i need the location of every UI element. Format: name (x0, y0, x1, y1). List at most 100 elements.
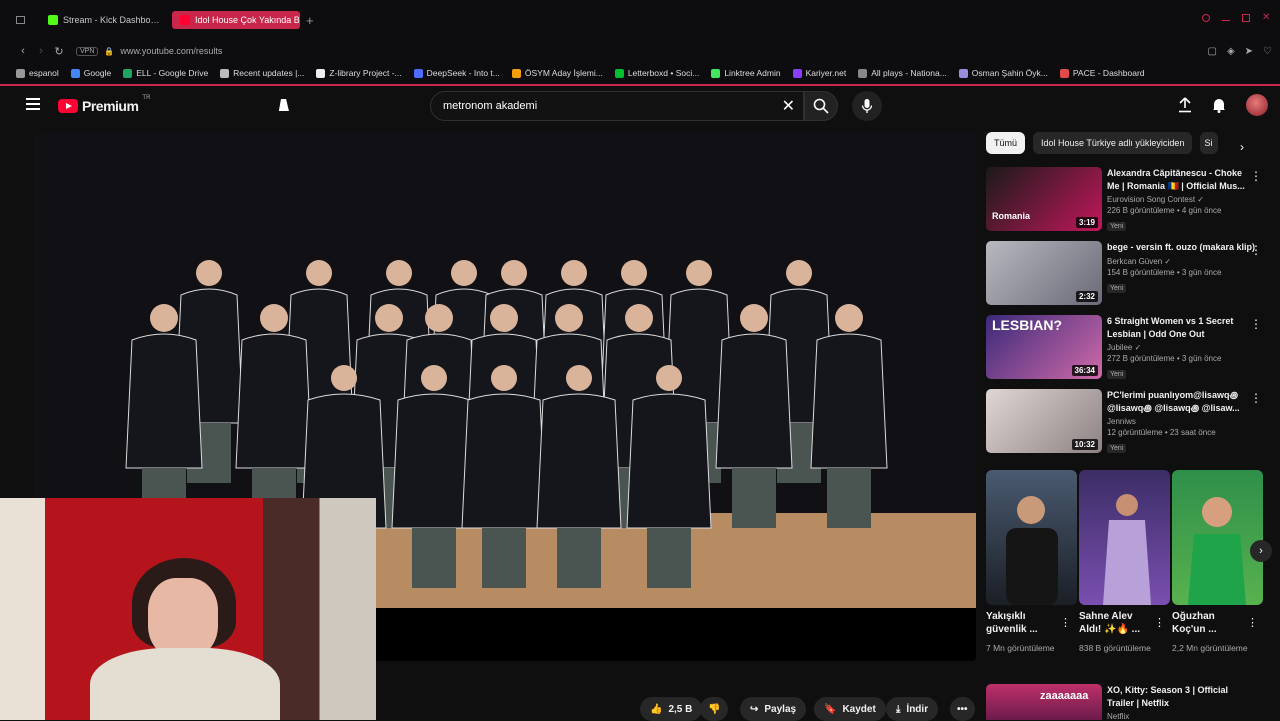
recommendation-channel: Jenniws (1107, 417, 1136, 426)
new-badge: Yeni (1107, 370, 1127, 379)
bookmark-item[interactable]: PACE - Dashboard (1059, 68, 1145, 78)
short-thumbnail-1[interactable] (986, 470, 1077, 605)
short-thumbnail-2[interactable] (1079, 470, 1170, 605)
menu-icon[interactable] (26, 98, 40, 113)
chip-partial[interactable]: Si (1200, 132, 1219, 154)
recommendation-item[interactable]: 10:32 PC'lerimi puanlıyom@lisawq꩜ @lisawq… (986, 389, 1276, 455)
bookmark-icon: 🔖 (824, 703, 837, 715)
more-options-icon[interactable]: ⋮ (1250, 169, 1262, 183)
short-thumbnail-3[interactable] (1172, 470, 1263, 605)
person-head (421, 365, 447, 391)
notifications-bell-icon[interactable] (1212, 97, 1226, 113)
webcam-face (148, 578, 218, 658)
url-field[interactable]: www.youtube.com/results (120, 46, 222, 56)
back-icon[interactable]: ‹ (14, 45, 32, 57)
more-options-icon[interactable]: ⋮ (1250, 243, 1262, 257)
short-more-icon[interactable]: ⋮ (1060, 616, 1071, 629)
thumbs-up-icon: 👍 (650, 703, 663, 715)
chip-all[interactable]: Tümü (986, 132, 1026, 154)
recommendation-item[interactable]: zaaaaaaa XO, Kitty: Season 3 | Official … (986, 684, 1276, 721)
send-icon[interactable]: ➤ (1245, 46, 1253, 57)
bookmark-item[interactable]: ELL - Google Drive (123, 68, 208, 78)
save-label: Kaydet (842, 703, 876, 715)
shorts-shelf: Yakışıklı güvenlik ... 7 Mn görüntüleme … (986, 470, 1264, 670)
kick-icon (48, 15, 58, 25)
shield-icon[interactable]: ◈ (1227, 46, 1235, 57)
recommendation-title: 6 Straight Women vs 1 Secret Lesbian | O… (1107, 316, 1234, 339)
bookmark-label: PACE - Dashboard (1072, 68, 1145, 78)
tab-kick-dashboard[interactable]: Stream - Kick Dashbo… (40, 11, 168, 29)
bookmark-item[interactable]: Recent updates |... (220, 68, 304, 78)
more-options-icon[interactable]: ⋮ (1250, 317, 1262, 331)
person-head (196, 260, 222, 286)
like-button[interactable]: 👍 2,5 B (640, 697, 703, 721)
person-silhouette (536, 393, 622, 529)
person-head (375, 304, 403, 332)
person-head (501, 260, 527, 286)
download-icon: ⤓ (896, 703, 901, 715)
tab-idol-house[interactable]: Idol House Çok Yakında B… (172, 11, 300, 29)
download-button[interactable]: ⤓ İndir (886, 697, 939, 721)
more-options-icon[interactable]: ⋮ (1250, 391, 1262, 405)
bookmark-item[interactable]: DeepSeek - Into t... (413, 68, 500, 78)
short-more-icon[interactable]: ⋮ (1154, 616, 1165, 629)
more-icon: ••• (957, 703, 968, 715)
minimize-icon[interactable] (1222, 20, 1230, 21)
recommendation-item[interactable]: LESBIAN? 36:34 6 Straight Women vs 1 Secre… (986, 315, 1276, 381)
more-actions-button[interactable]: ••• (950, 697, 975, 721)
recommendation-channel: Jubilee ✓ (1107, 343, 1142, 352)
maximize-icon[interactable] (1242, 14, 1250, 22)
bookmark-item[interactable]: Letterboxd • Soci... (614, 68, 699, 78)
person-head (425, 304, 453, 332)
bookmark-item[interactable]: Linktree Admin (711, 68, 781, 78)
reload-icon[interactable]: ↻ (50, 45, 68, 58)
person-head (491, 365, 517, 391)
bookmark-item[interactable]: espanol (16, 68, 59, 78)
sidebar-icon[interactable] (16, 16, 25, 24)
bookmark-item[interactable]: Kariyer.net (792, 68, 846, 78)
close-icon[interactable]: ✕ (1262, 13, 1270, 23)
short-title[interactable]: Oğuzhan Koç'un ... (1172, 610, 1242, 636)
dislike-button[interactable]: 👎 (700, 697, 729, 721)
search-tabs-icon[interactable] (1202, 14, 1210, 22)
recommendation-item[interactable]: 2:32 bege - versin ft. ouzo (makara klip)… (986, 241, 1276, 307)
upload-icon[interactable] (1178, 97, 1192, 113)
bookmark-item[interactable]: Osman Şahin Öyk... (958, 68, 1048, 78)
share-button[interactable]: ↪ Paylaş (740, 697, 807, 721)
chips-next-icon[interactable]: › (1240, 140, 1244, 154)
person-head (786, 260, 812, 286)
person-silhouette (461, 393, 547, 529)
bookmark-item[interactable]: Z-library Project -... (316, 68, 402, 78)
voice-search-button[interactable] (852, 91, 882, 121)
forward-icon[interactable]: › (32, 45, 50, 57)
search-input[interactable]: metronom akademi ✕ (430, 91, 804, 121)
new-tab-button[interactable]: + (306, 13, 314, 28)
screenshot-icon[interactable]: ▢ (1207, 46, 1216, 57)
chip-uploader[interactable]: Idol House Türkiye adlı yükleyiciden (1033, 132, 1193, 154)
person-head (451, 260, 477, 286)
bookmark-label: All plays - Nationa... (871, 68, 947, 78)
save-button[interactable]: 🔖 Kaydet (814, 697, 886, 721)
shorts-next-button[interactable]: › (1250, 540, 1272, 562)
short-title[interactable]: Yakışıklı güvenlik ... (986, 610, 1056, 636)
bookmark-item[interactable]: All plays - Nationa... (858, 68, 947, 78)
short-more-icon[interactable]: ⋮ (1247, 616, 1258, 629)
streamer-webcam-overlay (0, 498, 376, 720)
bookmark-item[interactable]: ÖSYM Aday İşlemi... (511, 68, 603, 78)
person-legs (647, 528, 691, 588)
recommendation-item[interactable]: Romania 3:19 Alexandra Căpitănescu - Choke… (986, 167, 1276, 233)
short-title[interactable]: Sahne Alev Aldı! ✨🔥 ... (1079, 610, 1149, 636)
thumbnail-text: zaaaaaaa (1040, 690, 1089, 702)
new-badge: Yeni (1107, 283, 1127, 293)
search-button[interactable] (804, 91, 838, 121)
vpn-badge[interactable]: VPN (76, 46, 99, 56)
short-1-image (1006, 496, 1058, 605)
avatar[interactable] (1246, 94, 1268, 116)
bookmark-favicon-icon (711, 68, 721, 78)
heart-icon[interactable]: ♡ (1263, 46, 1272, 57)
youtube-premium-logo[interactable]: Premium TR (58, 95, 150, 114)
person-head (561, 260, 587, 286)
clear-search-icon[interactable]: ✕ (782, 96, 795, 116)
recommendation-channel: Berkcan Güven ✓ (1107, 256, 1172, 266)
bookmark-item[interactable]: Google (70, 68, 111, 78)
